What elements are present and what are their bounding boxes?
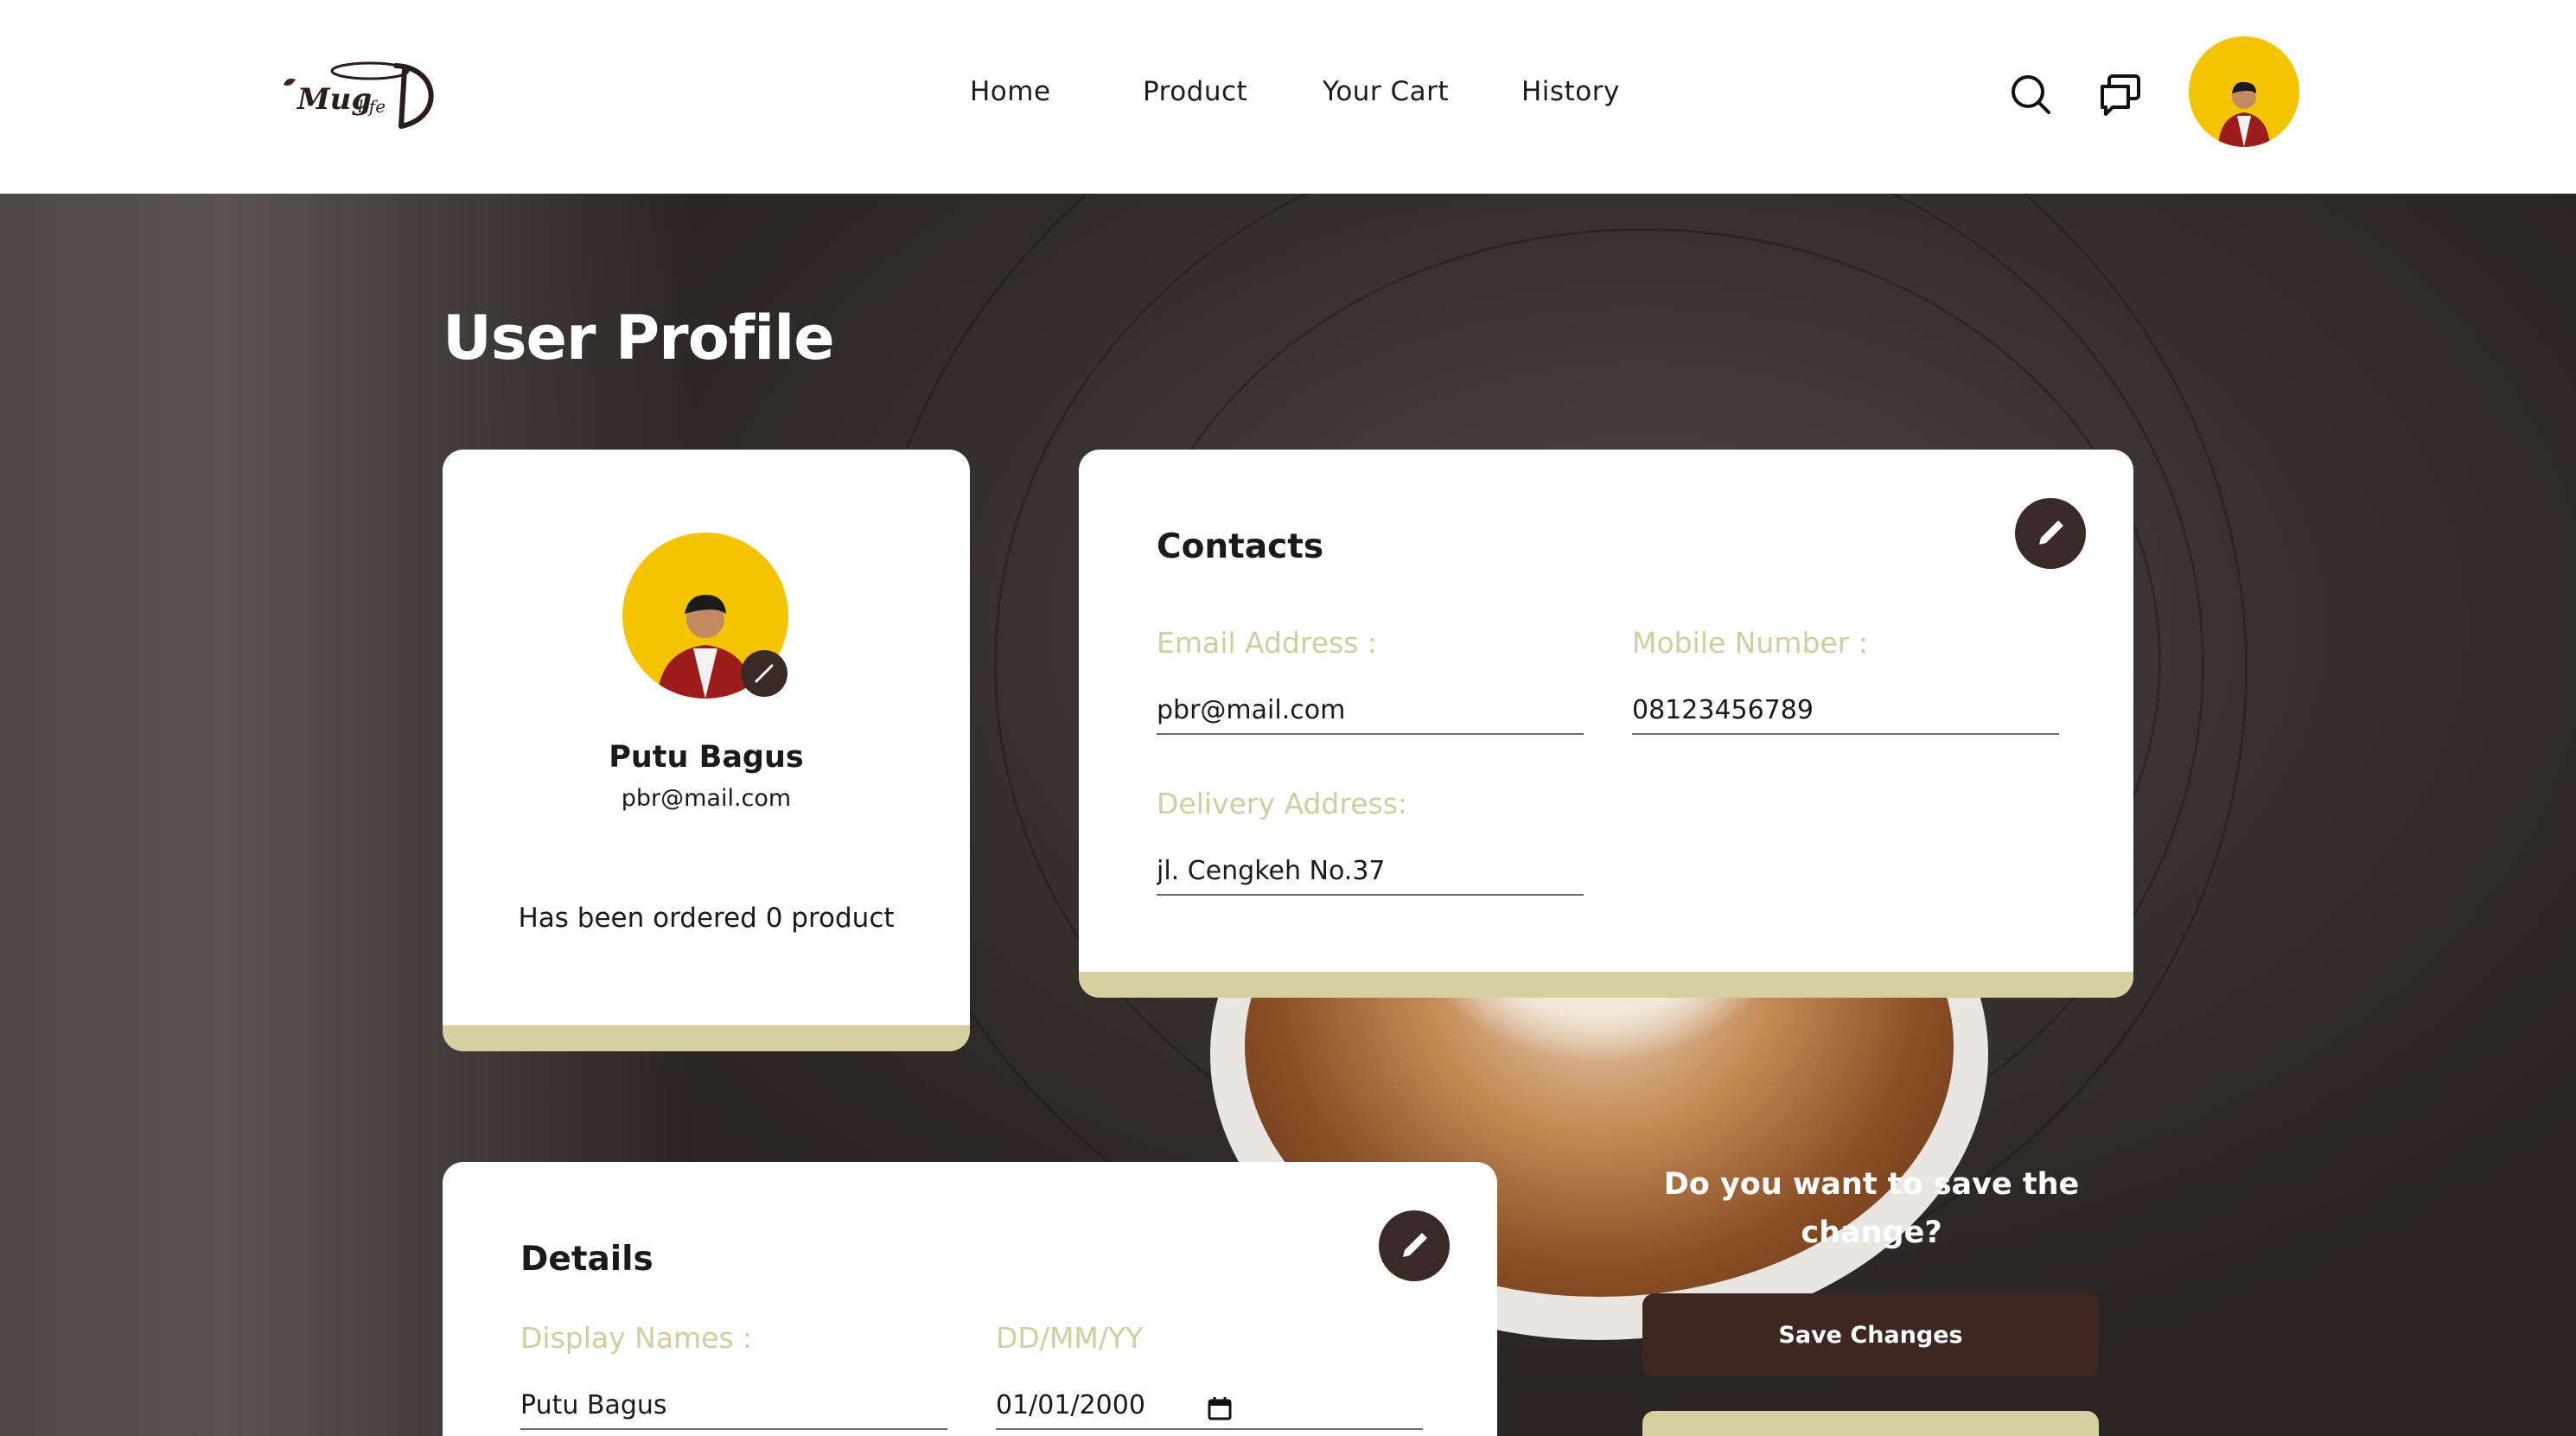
chat-icon[interactable] <box>2097 71 2144 118</box>
page-title: User Profile <box>443 303 835 373</box>
avatar-edit-button[interactable] <box>741 650 787 697</box>
nav-history[interactable]: History <box>1521 76 1620 107</box>
details-title: Details <box>520 1240 654 1279</box>
address-label: Delivery Address: <box>1157 787 1408 820</box>
nav-your-cart[interactable]: Your Cart <box>1323 76 1449 107</box>
display-name-field[interactable] <box>520 1385 947 1430</box>
card-footer-accent <box>443 1025 970 1051</box>
email-label: Email Address : <box>1157 626 1378 660</box>
pencil-icon <box>2039 520 2063 545</box>
contacts-edit-button[interactable] <box>2015 498 2086 569</box>
mobile-label: Mobile Number : <box>1632 626 1868 660</box>
pencil-icon <box>1403 1233 1427 1257</box>
mobile-field[interactable] <box>1632 690 2059 735</box>
profile-card: Putu Bagus pbr@mail.com Has been ordered… <box>443 450 970 1051</box>
navbar: Mug life Home Product Your Cart History <box>0 0 2576 194</box>
card-footer-accent <box>1079 972 2133 998</box>
nav-product[interactable]: Product <box>1143 76 1247 107</box>
cancel-button[interactable] <box>1642 1411 2099 1436</box>
svg-text:life: life <box>358 96 386 117</box>
display-name-label: Display Names : <box>520 1321 753 1355</box>
profile-email: pbr@mail.com <box>621 785 792 812</box>
date-label: DD/MM/YY <box>996 1321 1144 1355</box>
brand-logo[interactable]: Mug life <box>275 50 448 137</box>
address-field[interactable] <box>1157 851 1584 896</box>
contacts-card: Contacts Email Address : Mobile Number :… <box>1079 450 2133 998</box>
details-edit-button[interactable] <box>1379 1210 1450 1281</box>
calendar-icon[interactable] <box>1207 1395 1233 1421</box>
search-icon[interactable] <box>2007 71 2054 118</box>
details-card: Details Display Names : DD/MM/YY <box>443 1162 1497 1436</box>
save-question: Do you want to save the change? <box>1663 1167 2080 1250</box>
order-count-text: Has been ordered 0 product <box>518 903 895 934</box>
contacts-title: Contacts <box>1157 527 1324 566</box>
nav-home[interactable]: Home <box>970 76 1051 107</box>
save-changes-button[interactable]: Save Changes <box>1642 1293 2099 1376</box>
pencil-icon <box>755 664 774 683</box>
nav-avatar[interactable] <box>2189 36 2299 147</box>
email-field[interactable] <box>1157 690 1584 735</box>
profile-name: Putu Bagus <box>609 740 804 775</box>
